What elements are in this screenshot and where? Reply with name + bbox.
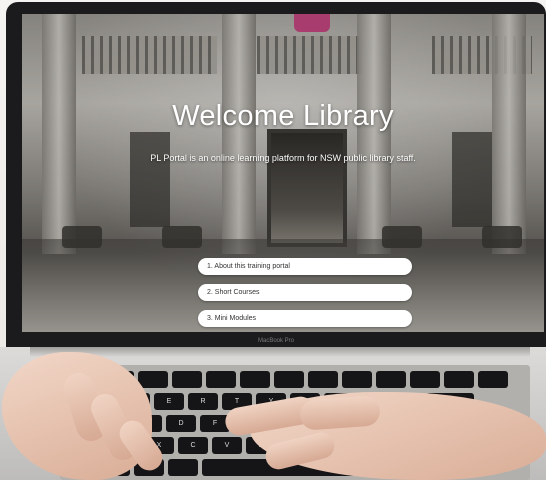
key[interactable]: [308, 371, 338, 388]
right-finger: [299, 395, 381, 431]
laptop-hinge: [30, 347, 530, 357]
key[interactable]: [240, 371, 270, 388]
key[interactable]: [478, 371, 508, 388]
key-e[interactable]: E: [154, 393, 184, 410]
key[interactable]: [376, 371, 406, 388]
photo-scene: Welcome Library PL Portal is an online l…: [0, 0, 546, 480]
key[interactable]: [172, 371, 202, 388]
key[interactable]: [274, 371, 304, 388]
menu-button-mini-modules[interactable]: 3. Mini Modules: [198, 310, 412, 327]
page-title: Welcome Library: [172, 100, 394, 132]
page-subtitle: PL Portal is an online learning platform…: [150, 153, 416, 163]
key-r[interactable]: R: [188, 393, 218, 410]
key[interactable]: [342, 371, 372, 388]
key-v[interactable]: V: [212, 437, 242, 454]
key[interactable]: [138, 371, 168, 388]
laptop-screen: Welcome Library PL Portal is an online l…: [22, 14, 544, 332]
key[interactable]: [410, 371, 440, 388]
key-d[interactable]: D: [166, 415, 196, 432]
laptop-brand-label: MacBook Pro: [257, 338, 294, 344]
laptop-lid: Welcome Library PL Portal is an online l…: [6, 2, 546, 347]
key[interactable]: [444, 371, 474, 388]
key-c[interactable]: C: [178, 437, 208, 454]
menu-button-about[interactable]: 1. About this training portal: [198, 258, 412, 275]
key[interactable]: [206, 371, 236, 388]
key[interactable]: [168, 459, 198, 476]
menu-button-short-courses[interactable]: 2. Short Courses: [198, 284, 412, 301]
